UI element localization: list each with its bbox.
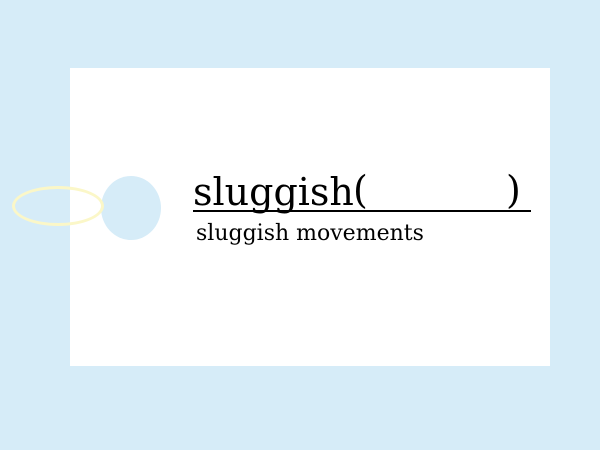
card-ring — [12, 186, 104, 226]
vocabulary-word: sluggish — [193, 170, 354, 214]
open-parenthesis: ( — [353, 168, 368, 212]
example-phrase: sluggish movements — [196, 221, 424, 246]
close-parenthesis: ) — [506, 168, 521, 212]
card-hole — [101, 176, 161, 240]
